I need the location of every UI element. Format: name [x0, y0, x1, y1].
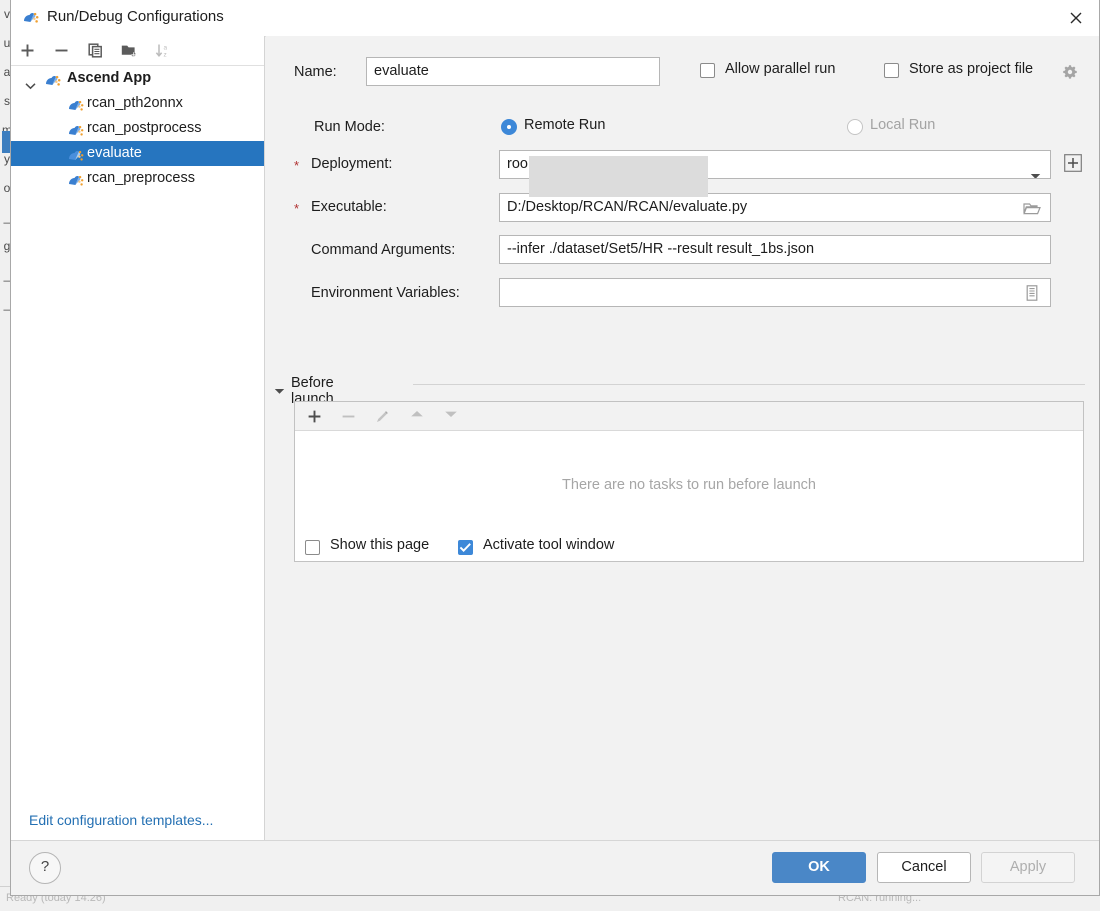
deployment-combo-value: roo	[507, 156, 528, 172]
help-button[interactable]: ?	[29, 852, 61, 884]
command-arguments-input[interactable]: --infer ./dataset/Set5/HR --result resul…	[499, 235, 1051, 264]
local-run-radio	[847, 119, 863, 135]
sidebar-toolbar: a z	[11, 36, 264, 66]
ascend-app-icon	[68, 97, 84, 111]
list-editor-icon[interactable]	[1025, 285, 1039, 306]
ascend-app-icon	[68, 122, 84, 136]
command-arguments-label: Command Arguments:	[311, 242, 456, 258]
tree-item-rcan-pth2onnx[interactable]: rcan_pth2onnx	[11, 91, 264, 116]
remove-task-button	[337, 405, 360, 427]
tree-item-label: rcan_pth2onnx	[87, 95, 183, 111]
redaction-overlay	[529, 156, 708, 197]
before-launch-empty-message: There are no tasks to run before launch	[562, 477, 816, 493]
tree-item-evaluate[interactable]: evaluate	[11, 141, 264, 166]
add-configuration-button[interactable]	[15, 40, 39, 62]
configurations-tree: Ascend App rcan_pth2onnx rcan_postproces…	[11, 66, 264, 796]
tree-item-label: rcan_postprocess	[87, 120, 202, 136]
environment-variables-input[interactable]	[499, 278, 1051, 307]
store-as-project-file-label: Store as project file	[909, 61, 1034, 77]
before-launch-divider	[413, 384, 1085, 385]
store-as-project-file-checkbox[interactable]	[884, 63, 899, 78]
executable-required-marker: *	[294, 201, 300, 216]
dialog-titlebar: Run/Debug Configurations	[11, 0, 1099, 37]
activate-tool-window-label: Activate tool window	[483, 537, 615, 553]
add-task-button[interactable]	[303, 405, 326, 427]
tree-item-rcan-postprocess[interactable]: rcan_postprocess	[11, 116, 264, 141]
ascend-app-icon	[68, 147, 84, 161]
gear-dropdown-icon[interactable]	[1062, 64, 1078, 85]
cancel-button[interactable]: Cancel	[877, 852, 971, 883]
tree-group-ascend-app[interactable]: Ascend App	[11, 66, 264, 91]
svg-text:z: z	[163, 51, 166, 58]
edit-configuration-templates-link[interactable]: Edit configuration templates...	[29, 812, 213, 828]
executable-label: Executable:	[311, 199, 387, 215]
tree-group-label: Ascend App	[67, 70, 152, 86]
deployment-label: Deployment:	[311, 156, 393, 172]
remove-configuration-button[interactable]	[49, 40, 73, 62]
chevron-down-icon[interactable]	[1030, 163, 1041, 178]
environment-variables-label: Environment Variables:	[311, 285, 460, 301]
ascend-app-icon	[45, 72, 61, 86]
ok-button[interactable]: OK	[772, 852, 866, 883]
dialog-footer: ? OK Cancel Apply	[11, 840, 1099, 895]
allow-parallel-run-label: Allow parallel run	[725, 61, 836, 77]
move-task-up-button	[405, 405, 428, 427]
local-run-label: Local Run	[870, 117, 936, 133]
show-this-page-label: Show this page	[330, 537, 430, 553]
edit-task-button	[371, 405, 394, 427]
activate-tool-window-checkbox[interactable]	[458, 540, 473, 555]
add-box-icon[interactable]	[1064, 154, 1082, 177]
copy-configuration-button[interactable]	[83, 40, 107, 62]
remote-run-radio[interactable]	[501, 119, 517, 135]
tree-item-label: evaluate	[87, 145, 142, 161]
run-debug-configurations-dialog: Run/Debug Configurations a z Ascend App …	[10, 0, 1100, 896]
folder-icon[interactable]	[1023, 201, 1041, 221]
show-this-page-checkbox[interactable]	[305, 540, 320, 555]
tree-item-rcan-preprocess[interactable]: rcan_preprocess	[11, 166, 264, 191]
name-label: Name:	[294, 64, 337, 80]
run-mode-label: Run Mode:	[314, 119, 385, 135]
ascend-app-icon	[23, 11, 39, 25]
apply-button: Apply	[981, 852, 1075, 883]
deployment-required-marker: *	[294, 158, 300, 173]
tree-item-label: rcan_preprocess	[87, 170, 195, 186]
allow-parallel-run-checkbox[interactable]	[700, 63, 715, 78]
configurations-sidebar: a z Ascend App rcan_pth2onnx rcan_postpr…	[11, 36, 265, 842]
name-input[interactable]: evaluate	[366, 57, 660, 86]
dialog-title: Run/Debug Configurations	[47, 8, 224, 25]
remote-run-label: Remote Run	[524, 117, 606, 133]
triangle-down-icon[interactable]	[274, 382, 285, 400]
sort-configurations-button: a z	[151, 40, 175, 62]
before-launch-toolbar	[295, 402, 1083, 431]
move-task-down-button	[439, 405, 462, 427]
new-folder-button[interactable]	[117, 40, 141, 62]
ascend-app-icon	[68, 172, 84, 186]
executable-input[interactable]: D:/Desktop/RCAN/RCAN/evaluate.py	[499, 193, 1051, 222]
close-icon[interactable]	[1053, 0, 1099, 35]
